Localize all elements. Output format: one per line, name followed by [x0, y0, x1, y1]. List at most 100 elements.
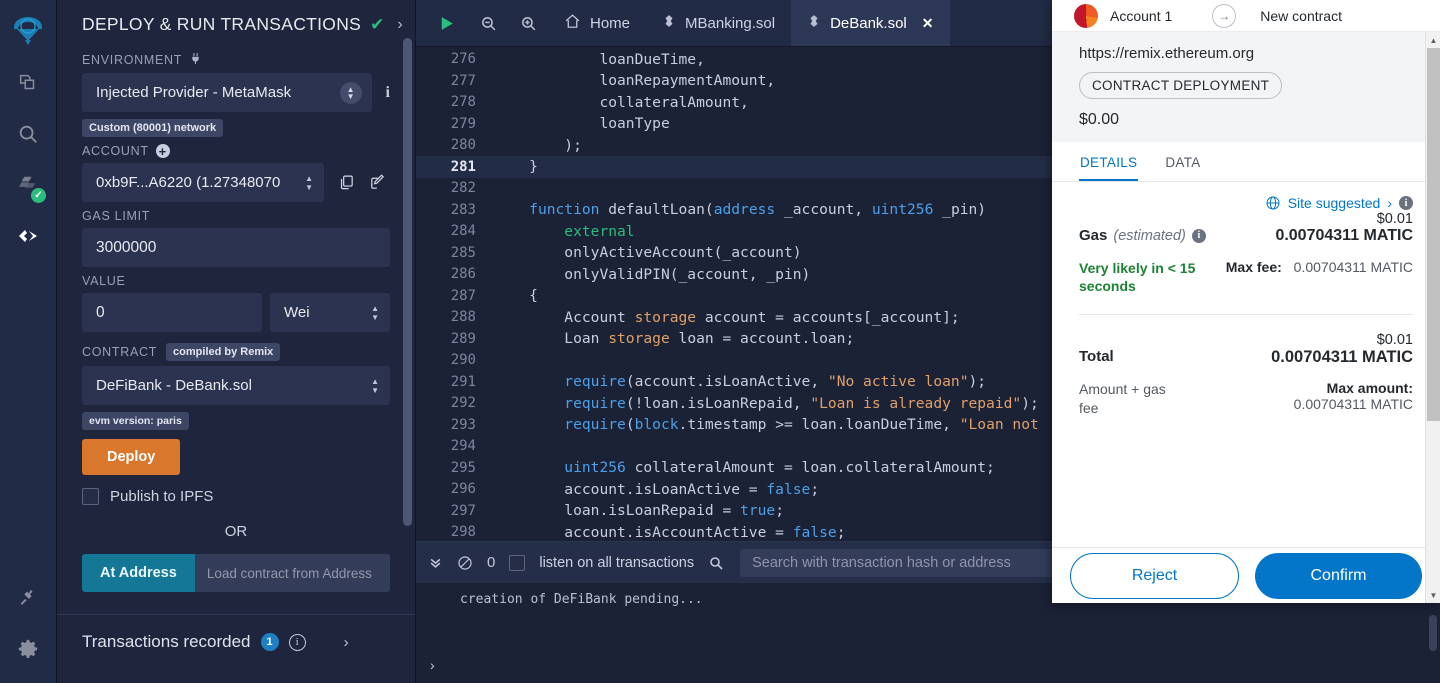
transactions-count-badge: 1	[260, 633, 279, 651]
value-input[interactable]: 0	[82, 293, 262, 332]
code-text: require(!loan.isLoanRepaid, "Loan is alr…	[564, 394, 1039, 412]
edit-icon[interactable]	[369, 174, 386, 191]
line-number: 294	[450, 438, 476, 455]
scroll-down-icon[interactable]: ▼	[1426, 587, 1440, 603]
sidebar-item-deploy-run[interactable]	[8, 216, 48, 256]
code-text: Loan storage loan = account.loan;	[564, 330, 855, 348]
listen-all-transactions-checkbox[interactable]	[509, 554, 526, 571]
publish-ipfs-row[interactable]: Publish to IPFS	[82, 488, 390, 505]
line-number: 296	[450, 481, 476, 498]
search-icon[interactable]	[708, 555, 724, 571]
metamask-scrollbar-thumb[interactable]	[1427, 48, 1440, 421]
sidebar-item-file-explorer[interactable]	[8, 63, 48, 103]
page-scrollbar-thumb[interactable]	[1429, 615, 1437, 651]
total-label: Total	[1079, 348, 1114, 366]
sidebar-item-search[interactable]	[8, 114, 48, 154]
metamask-origin-section: https://remix.ethereum.org CONTRACT DEPL…	[1052, 32, 1440, 142]
line-number: 286	[450, 266, 476, 283]
panel-expand-caret-icon[interactable]: ›	[397, 16, 402, 34]
at-address-placeholder: Load contract from Address	[206, 565, 372, 581]
gas-row: Gas (estimated) i 0.00704311 MATIC	[1079, 227, 1413, 245]
run-script-icon[interactable]	[424, 0, 468, 46]
gas-limit-value: 3000000	[96, 238, 157, 256]
scroll-up-icon[interactable]: ▲	[1426, 32, 1440, 48]
transactions-recorded-row[interactable]: Transactions recorded 1 i ›	[57, 615, 415, 652]
metamask-destination: New contract	[1260, 7, 1342, 24]
at-address-input[interactable]: Load contract from Address	[194, 554, 390, 592]
sidebar-item-plugin-manager[interactable]	[8, 578, 48, 618]
gas-label-group: Gas (estimated) i	[1079, 227, 1206, 244]
code-text: account.isAccountActive = false;	[564, 523, 846, 541]
chevron-double-down-icon[interactable]	[428, 555, 443, 570]
metamask-footer: Reject Confirm	[1052, 547, 1440, 603]
chevron-updown-icon: ▲ ▼	[339, 81, 362, 104]
code-text: loanRepaymentAmount,	[599, 72, 776, 90]
gas-speed-row: Very likely in < 15 seconds Max fee: 0.0…	[1079, 259, 1413, 295]
gas-limit-label: GAS LIMIT	[82, 209, 151, 223]
environment-select[interactable]: Injected Provider - MetaMask ▲ ▼	[82, 73, 372, 112]
metamask-divider	[1079, 314, 1413, 316]
transaction-type-badge: CONTRACT DEPLOYMENT	[1079, 72, 1283, 99]
chevron-updown-icon: ▲ ▼	[371, 303, 379, 322]
metamask-scrollbar[interactable]: ▲ ▼	[1425, 32, 1440, 603]
globe-icon	[1265, 195, 1281, 211]
tab-data[interactable]: DATA	[1164, 142, 1201, 181]
account-select[interactable]: 0xb9F...A6220 (1.27348070 ▲ ▼	[82, 163, 324, 202]
at-address-button[interactable]: At Address	[82, 554, 195, 592]
code-text: function defaultLoan(address _account, u…	[529, 201, 987, 219]
site-suggested-row[interactable]: Site suggested › i	[1079, 195, 1413, 211]
code-text: }	[529, 158, 538, 176]
solidity-file-icon	[662, 13, 676, 33]
code-text: loanType	[599, 115, 670, 133]
gas-info-icon[interactable]: i	[1399, 196, 1413, 210]
total-value: 0.00704311 MATIC	[1271, 348, 1413, 367]
sidebar-item-solidity-compiler[interactable]: ✓	[8, 165, 48, 205]
tab-home[interactable]: Home	[548, 0, 646, 46]
transactions-expand-caret-icon[interactable]: ›	[344, 634, 349, 651]
transactions-info-icon[interactable]: i	[288, 633, 306, 651]
value-unit-select[interactable]: Wei ▲ ▼	[270, 293, 390, 332]
gas-estimated-note: (estimated)	[1113, 227, 1186, 244]
deploy-button[interactable]: Deploy	[82, 439, 181, 475]
environment-value: Injected Provider - MetaMask	[96, 84, 292, 101]
panel-header: DEPLOY & RUN TRANSACTIONS ✔ ›	[57, 0, 415, 45]
code-text: );	[564, 136, 582, 154]
account-label: ACCOUNT +	[82, 144, 390, 158]
reject-button[interactable]: Reject	[1070, 552, 1239, 599]
total-usd: $0.01	[1376, 332, 1413, 349]
arrow-right-icon: →	[1212, 3, 1237, 28]
line-number: 292	[450, 395, 476, 412]
copy-icon[interactable]	[338, 174, 355, 191]
add-account-icon[interactable]: +	[155, 144, 170, 158]
contract-select[interactable]: DeFiBank - DeBank.sol ▲ ▼	[82, 366, 390, 405]
zoom-in-icon[interactable]	[508, 0, 548, 46]
total-sub-left: Amount + gas fee	[1079, 381, 1166, 417]
clear-console-icon[interactable]	[457, 555, 473, 571]
line-number: 289	[450, 330, 476, 347]
line-number: 281	[450, 158, 476, 175]
line-number: 283	[450, 201, 476, 218]
line-number: 293	[450, 416, 476, 433]
code-text: Account storage account = accounts[_acco…	[564, 308, 960, 326]
zoom-out-icon[interactable]	[468, 0, 508, 46]
line-number: 287	[450, 287, 476, 304]
tab-mbanking-sol[interactable]: MBanking.sol	[646, 0, 791, 46]
tab-debank-sol[interactable]: DeBank.sol ✕	[791, 0, 950, 46]
gas-usd: $0.01	[1376, 211, 1413, 227]
line-number: 298	[450, 524, 476, 541]
confirm-button[interactable]: Confirm	[1255, 552, 1422, 599]
metamask-details-body: Site suggested › i $0.01 Gas (estimated)…	[1052, 182, 1440, 419]
gas-speed-estimate: Very likely in < 15 seconds	[1079, 260, 1196, 295]
gas-limit-input[interactable]: 3000000	[82, 228, 390, 267]
max-amount-value: 0.00704311 MATIC	[1293, 396, 1413, 413]
terminal-prompt-caret[interactable]: ›	[430, 657, 435, 673]
tab-details[interactable]: DETAILS	[1079, 142, 1139, 181]
gas-estimated-info-icon[interactable]: i	[1191, 228, 1206, 243]
panel-scrollbar[interactable]	[403, 38, 412, 526]
close-icon[interactable]: ✕	[922, 15, 934, 32]
publish-ipfs-checkbox[interactable]	[82, 488, 99, 505]
line-number: 276	[450, 51, 476, 68]
metamask-header: Account 1 → New contract	[1052, 0, 1440, 32]
sidebar-item-settings[interactable]	[8, 629, 48, 669]
environment-info-icon[interactable]: i	[386, 84, 390, 102]
